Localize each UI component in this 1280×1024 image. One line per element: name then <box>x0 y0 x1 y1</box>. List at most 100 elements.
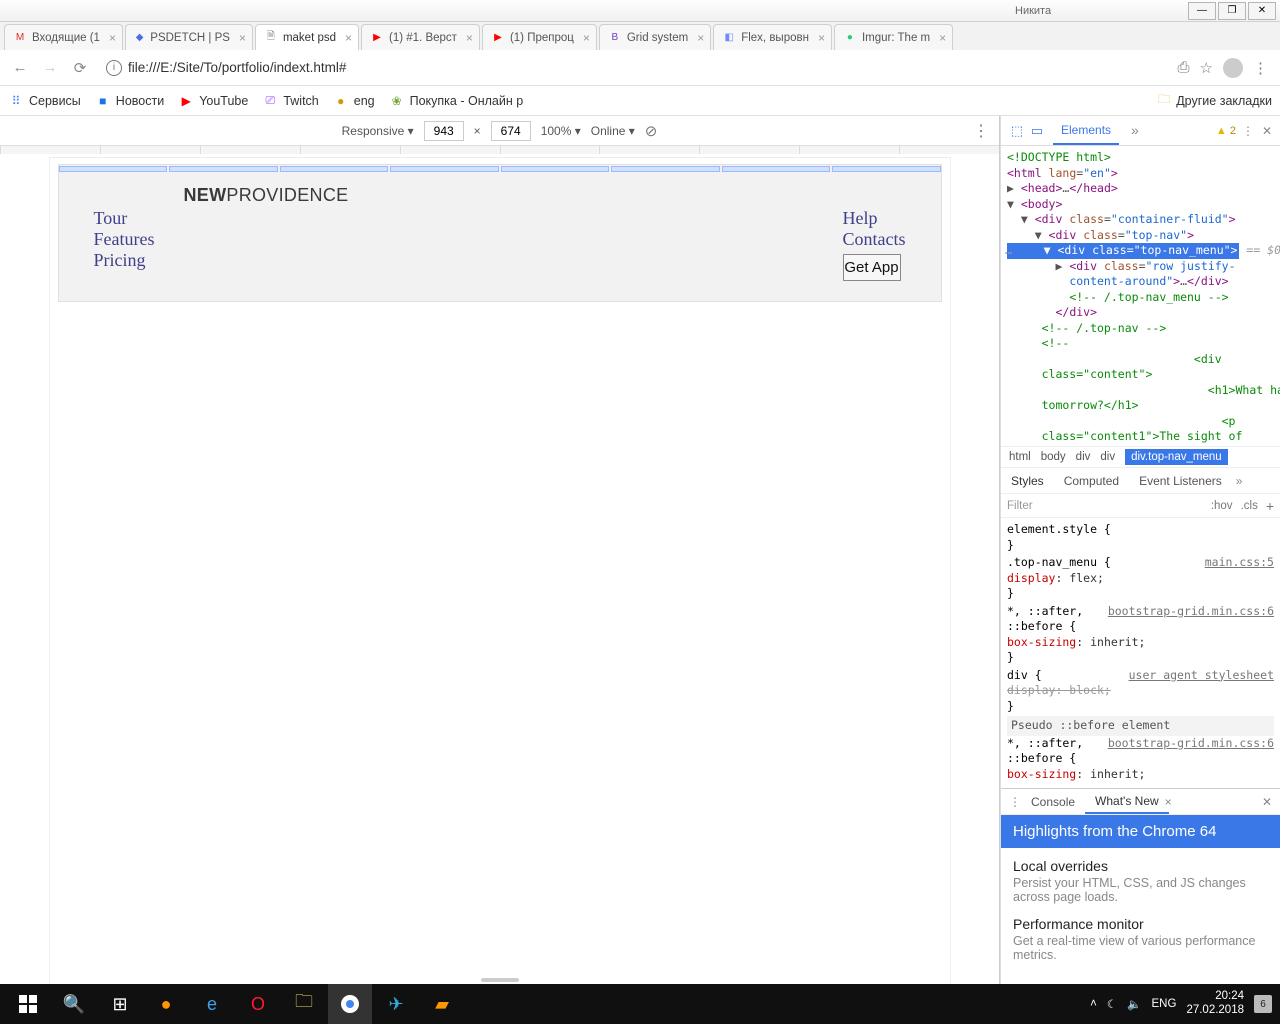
whats-new-tab[interactable]: What's New <box>1085 789 1169 814</box>
close-icon[interactable]: × <box>818 31 825 45</box>
explorer-icon[interactable]: 🗀 <box>282 984 326 1024</box>
close-icon[interactable]: × <box>109 31 116 45</box>
nav-link[interactable]: Features <box>94 229 155 250</box>
task-view-icon[interactable]: ⊞ <box>98 984 142 1024</box>
search-icon[interactable]: 🔍 <box>52 984 96 1024</box>
reload-button[interactable]: ⟳ <box>68 56 92 80</box>
devtools-tab-more[interactable]: » <box>1119 116 1147 145</box>
bookmark-label: YouTube <box>199 94 248 108</box>
inspect-icon[interactable]: ⬚ <box>1007 121 1027 141</box>
whats-new-item-title[interactable]: Local overrides <box>1013 858 1268 874</box>
device-menu-icon[interactable]: ⋮ <box>973 121 989 141</box>
browser-tab[interactable]: ◧ Flex, выровн × <box>713 24 832 50</box>
window-minimize-button[interactable]: — <box>1188 2 1216 20</box>
page-info-icon[interactable]: i <box>106 60 122 76</box>
nav-link[interactable]: Contacts <box>843 229 906 250</box>
close-icon[interactable]: × <box>939 31 946 45</box>
devtools-close-icon[interactable]: ✕ <box>1262 124 1272 138</box>
breadcrumb-item[interactable]: div <box>1076 451 1091 463</box>
hov-toggle[interactable]: :hov <box>1211 500 1233 512</box>
window-close-button[interactable]: ✕ <box>1248 2 1276 20</box>
bookmark-item[interactable]: ●eng <box>333 93 375 109</box>
nav-link[interactable]: Tour <box>94 208 155 229</box>
zoom-select[interactable]: 100% ▾ <box>541 124 581 138</box>
nav-link[interactable]: Help <box>843 208 878 229</box>
styles-more-icon[interactable]: » <box>1236 474 1243 488</box>
devtools-menu-icon[interactable]: ⋮ <box>1242 124 1254 138</box>
browser-tab[interactable]: ◆ PSDETCH | PS × <box>125 24 253 50</box>
address-bar[interactable]: i file:///E:/Site/To/portfolio/indext.ht… <box>98 54 1172 82</box>
apps-button[interactable]: ⠿Сервисы <box>8 93 81 109</box>
dom-tree[interactable]: <!DOCTYPE html> <html lang="en"> ▶ <head… <box>1001 146 1280 446</box>
breadcrumb-item[interactable]: div <box>1100 451 1115 463</box>
other-bookmarks-button[interactable]: Другие закладки <box>1176 94 1272 108</box>
browser-tab[interactable]: M Входящие (1 × <box>4 24 123 50</box>
browser-tab[interactable]: ▶ (1) Препроц × <box>482 24 597 50</box>
window-maximize-button[interactable]: ❐ <box>1218 2 1246 20</box>
close-icon[interactable]: × <box>466 31 473 45</box>
width-input[interactable] <box>424 121 464 141</box>
profile-avatar-icon[interactable] <box>1223 58 1243 78</box>
dom-breadcrumb[interactable]: html body div div div.top-nav_menu <box>1001 446 1280 468</box>
back-button[interactable]: ← <box>8 56 32 80</box>
close-icon[interactable]: × <box>239 31 246 45</box>
drawer-menu-icon[interactable]: ⋮ <box>1009 795 1021 809</box>
bookmark-item[interactable]: ❀Покупка - Онлайн р <box>389 93 524 109</box>
height-input[interactable] <box>491 121 531 141</box>
bookmark-item[interactable]: ⎚Twitch <box>262 93 318 109</box>
breadcrumb-item[interactable]: html <box>1009 451 1031 463</box>
styles-tab[interactable]: Styles <box>1001 468 1054 493</box>
tab-label: maket psd <box>283 32 336 44</box>
network-select[interactable]: Online ▾ <box>591 124 635 138</box>
taskbar-clock[interactable]: 20:24 27.02.2018 <box>1186 990 1244 1018</box>
action-center-icon[interactable]: 6 <box>1254 995 1272 1013</box>
sublime-icon[interactable]: ▰ <box>420 984 464 1024</box>
breadcrumb-item[interactable]: body <box>1041 451 1066 463</box>
close-icon[interactable]: × <box>697 31 704 45</box>
browser-tab-active[interactable]: 🗎 maket psd × <box>255 24 359 50</box>
forward-button[interactable]: → <box>38 56 62 80</box>
opera-icon[interactable]: O <box>236 984 280 1024</box>
computed-tab[interactable]: Computed <box>1054 468 1129 493</box>
tab-label: PSDETCH | PS <box>150 32 230 44</box>
bookmark-star-icon[interactable]: ☆ <box>1200 59 1213 77</box>
translate-icon[interactable]: ⎙ <box>1178 59 1190 76</box>
nav-link[interactable]: Pricing <box>94 250 155 271</box>
language-indicator[interactable]: ENG <box>1152 998 1177 1010</box>
chrome-icon[interactable] <box>328 984 372 1024</box>
devtools-tab-elements[interactable]: Elements <box>1053 116 1119 145</box>
tray-expand-icon[interactable]: ˄ <box>1090 998 1097 1010</box>
browser-menu-icon[interactable]: ⋮ <box>1253 59 1268 77</box>
edge-icon[interactable]: e <box>190 984 234 1024</box>
close-icon[interactable]: × <box>345 31 352 45</box>
device-mode-select[interactable]: Responsive ▾ <box>342 124 414 138</box>
firefox-icon[interactable]: ● <box>144 984 188 1024</box>
styles-filter-input[interactable]: Filter <box>1007 500 1033 512</box>
warning-count[interactable]: 2 <box>1216 125 1236 137</box>
volume-icon[interactable]: 🔈 <box>1127 997 1141 1011</box>
bookmark-item[interactable]: ■Новости <box>95 93 164 109</box>
rendered-page[interactable]: NEWPROVIDENCE Tour Features Pricing Help… <box>50 158 950 984</box>
whats-new-close-icon[interactable]: × <box>1165 795 1172 809</box>
browser-tab[interactable]: ▶ (1) #1. Верст × <box>361 24 480 50</box>
event-listeners-tab[interactable]: Event Listeners <box>1129 468 1232 493</box>
styles-rules[interactable]: element.style {} main.css:5.top-nav_menu… <box>1001 518 1280 788</box>
whats-new-item-title[interactable]: Performance monitor <box>1013 916 1268 932</box>
browser-tab[interactable]: ● Imgur: The m × <box>834 24 953 50</box>
close-icon[interactable]: × <box>583 31 590 45</box>
breadcrumb-item-selected[interactable]: div.top-nav_menu <box>1125 449 1228 465</box>
resize-handle[interactable] <box>481 978 519 982</box>
night-light-icon[interactable]: ☾ <box>1107 997 1117 1011</box>
rotate-icon[interactable]: ⊘ <box>645 122 658 140</box>
bookmark-label: Новости <box>116 94 164 108</box>
telegram-icon[interactable]: ✈ <box>374 984 418 1024</box>
cls-toggle[interactable]: .cls <box>1241 500 1258 512</box>
get-app-button[interactable]: Get App <box>843 254 901 281</box>
console-tab[interactable]: Console <box>1021 789 1085 814</box>
drawer-close-icon[interactable]: ✕ <box>1262 795 1272 809</box>
bookmark-item[interactable]: ▶YouTube <box>178 93 248 109</box>
browser-tab[interactable]: B Grid system × <box>599 24 711 50</box>
device-mode-icon[interactable]: ▭ <box>1027 121 1047 141</box>
new-style-rule-icon[interactable]: + <box>1266 498 1274 514</box>
start-button[interactable] <box>6 984 50 1024</box>
